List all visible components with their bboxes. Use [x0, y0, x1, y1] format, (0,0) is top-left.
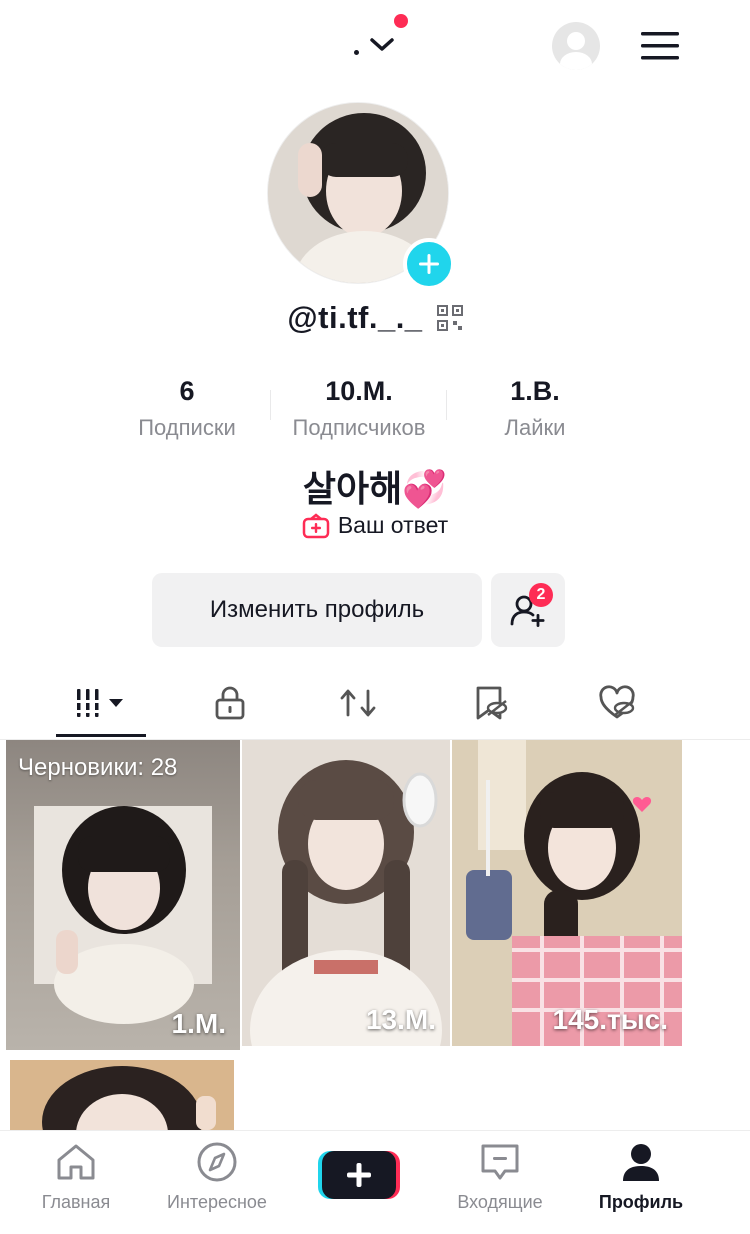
lock-icon — [215, 686, 245, 720]
nav-profile-label: Профиль — [598, 1192, 684, 1212]
stat-likes[interactable]: 1.B. Лайки — [480, 376, 590, 441]
grid-videos-icon — [77, 689, 123, 717]
profile-bio: 살아해💞 — [302, 468, 448, 509]
video-tile[interactable] — [10, 1060, 234, 1130]
nav-home[interactable]: Главная — [11, 1141, 141, 1213]
qr-code-icon[interactable] — [436, 305, 463, 331]
tab-liked[interactable] — [558, 668, 678, 738]
tab-videos[interactable] — [41, 668, 161, 738]
nav-discover-label: Интересное — [167, 1192, 267, 1212]
chevron-down-icon — [370, 38, 394, 51]
add-friends-button[interactable]: 2 — [491, 573, 565, 647]
avatar-placeholder-icon[interactable] — [552, 22, 600, 70]
inbox-icon — [481, 1144, 519, 1180]
nav-inbox-label: Входящие — [457, 1192, 543, 1212]
stat-followers-label: Подписчиков — [292, 415, 426, 440]
edit-profile-button[interactable]: Изменить профиль — [152, 573, 482, 647]
stat-divider — [446, 390, 447, 420]
liked-hidden-icon — [599, 685, 635, 719]
drafts-thumbnail — [34, 806, 212, 1024]
profile-avatar-container[interactable] — [267, 102, 455, 290]
video-view-count: 1.M. — [171, 1008, 226, 1039]
username: @ti.tf._._ — [287, 300, 423, 335]
favorites-hidden-icon — [476, 686, 508, 720]
hamburger-menu-icon[interactable] — [640, 28, 680, 64]
add-reply-icon — [302, 512, 330, 538]
video-tile[interactable]: 13.M. — [242, 740, 450, 1046]
nav-profile[interactable]: Профиль — [576, 1141, 706, 1213]
profile-stats: 6 Подписки 10.M. Подписчиков 1.B. Лайки — [0, 376, 750, 446]
stat-divider — [270, 390, 271, 420]
video-thumbnail — [452, 740, 682, 1046]
plus-icon — [419, 254, 439, 274]
stat-followers[interactable]: 10.M. Подписчиков — [278, 376, 440, 441]
reply-link[interactable]: Ваш ответ — [0, 512, 750, 539]
video-thumbnail — [242, 740, 450, 1046]
video-thumbnail — [10, 1060, 234, 1130]
stat-likes-label: Лайки — [504, 415, 566, 440]
nav-home-label: Главная — [41, 1192, 111, 1212]
username-row: @ti.tf._._ — [0, 300, 750, 336]
tab-favorites[interactable] — [430, 668, 550, 738]
stat-following-value: 6 — [179, 376, 195, 406]
tab-reposts[interactable] — [298, 668, 418, 738]
friends-badge: 2 — [529, 583, 553, 607]
tab-private[interactable] — [170, 668, 290, 738]
video-view-count: 145.тыс. — [552, 1004, 668, 1035]
profile-icon — [623, 1144, 659, 1181]
bottom-nav: Главная Интересное Входящие Профиль — [0, 1130, 750, 1234]
video-tile-drafts[interactable]: Черновики: 28 1.M. — [6, 740, 240, 1050]
top-bar — [0, 0, 750, 95]
edit-profile-label: Изменить профиль — [209, 596, 425, 623]
reply-label: Ваш ответ — [337, 512, 449, 538]
repost-icon — [340, 689, 376, 717]
nav-discover[interactable]: Интересное — [152, 1141, 282, 1213]
create-button[interactable] — [318, 1149, 400, 1201]
video-tile[interactable]: 145.тыс. — [452, 740, 682, 1046]
notification-dot — [394, 14, 408, 28]
stat-following-label: Подписки — [138, 415, 236, 440]
add-avatar-button[interactable] — [403, 238, 455, 290]
content-tabs — [0, 668, 750, 740]
drafts-label: Черновики: 28 — [18, 754, 178, 781]
nav-inbox[interactable]: Входящие — [435, 1141, 565, 1213]
home-icon — [57, 1144, 95, 1180]
plus-icon — [318, 1151, 400, 1199]
stat-following[interactable]: 6 Подписки — [124, 376, 250, 441]
video-view-count: 13.M. — [365, 1004, 436, 1035]
active-tab-indicator — [56, 734, 146, 737]
account-switcher[interactable] — [352, 14, 408, 60]
stat-likes-value: 1.B. — [510, 376, 560, 406]
compass-icon — [197, 1142, 237, 1182]
stat-followers-value: 10.M. — [325, 376, 393, 406]
